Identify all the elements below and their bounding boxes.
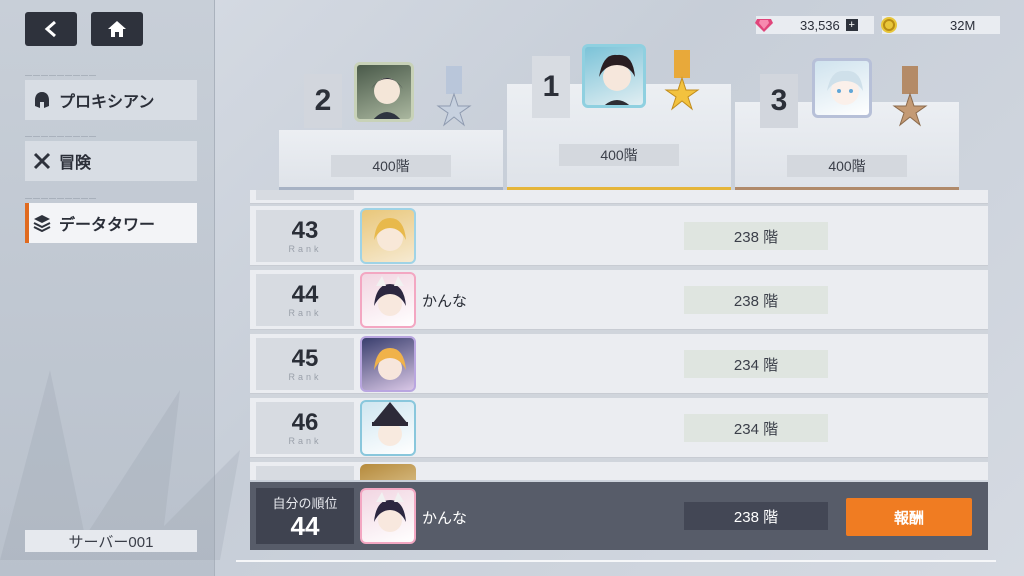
player-name: かんな (422, 293, 468, 310)
avatar[interactable] (360, 336, 416, 392)
gem-count: 33,536 (800, 17, 840, 33)
crossed-swords-icon (33, 152, 51, 170)
reward-button[interactable]: 報酬 (846, 498, 972, 536)
avatar[interactable] (360, 208, 416, 264)
bronze-medal-icon (892, 66, 928, 127)
my-floor-score: 238 階 (684, 502, 828, 530)
background-emblem-icon (0, 370, 240, 560)
rank-number: 45 (291, 345, 319, 372)
podium-floor-2: 400階 (331, 155, 451, 177)
podium-rank-2: 2 (304, 74, 342, 128)
avatar[interactable] (360, 400, 416, 456)
rank-number: 43 (291, 217, 319, 244)
silver-medal-icon (436, 66, 472, 127)
floor-score: 238 階 (684, 222, 828, 250)
nav-item-proxian[interactable]: プロキシアン (25, 80, 197, 120)
rank-number: 47 (292, 479, 319, 481)
rank-caption: Rank (288, 372, 322, 382)
nav-item-label: プロキシアン (59, 94, 155, 111)
my-rank-label: 自分の順位 (272, 495, 338, 511)
rank-number: 44 (291, 281, 319, 308)
gold-medal-icon (664, 50, 700, 111)
nav-divider: ――――――――― (25, 72, 97, 79)
rank-cell: 46 Rank (256, 402, 354, 454)
floor-score: 234 階 (684, 414, 828, 442)
home-icon (108, 21, 126, 37)
table-row[interactable] (250, 190, 988, 204)
coin-count: 32M (950, 17, 976, 33)
table-row[interactable]: 47 (250, 462, 988, 480)
bottom-divider (236, 560, 996, 562)
coin-icon (881, 17, 897, 33)
rank-cell: 47 (256, 466, 354, 480)
podium-rank-3: 3 (760, 74, 798, 128)
rank-cell: 45 Rank (256, 338, 354, 390)
floor-score: 238 階 (684, 286, 828, 314)
table-row[interactable]: 43 Rank 238 階 (250, 206, 988, 266)
nav-item-data-tower[interactable]: データタワー (25, 203, 197, 243)
rank-caption: Rank (288, 244, 322, 254)
nav-item-adventure[interactable]: 冒険 (25, 141, 197, 181)
my-rank-number: 44 (290, 510, 320, 541)
nav-divider: ――――――――― (25, 133, 97, 140)
rank-caption: Rank (288, 308, 322, 318)
podium-floor-1: 400階 (559, 144, 679, 166)
nav-item-label: 冒険 (59, 155, 92, 172)
rank-caption: Rank (288, 436, 322, 446)
avatar[interactable] (582, 44, 646, 108)
ranking-list[interactable]: 43 Rank 238 階 44 Rank かんな 238 階 45 Rank … (250, 190, 988, 480)
floor-score: 234 階 (684, 350, 828, 378)
back-button[interactable] (25, 12, 77, 46)
podium-floor-3: 400階 (787, 155, 907, 177)
chevron-left-icon (44, 20, 56, 38)
table-row[interactable]: 46 Rank 234 階 (250, 398, 988, 458)
my-rank-cell: 自分の順位 44 (256, 488, 354, 544)
helmet-icon (33, 91, 51, 109)
avatar[interactable] (360, 488, 416, 544)
home-button[interactable] (91, 12, 143, 46)
gem-icon (755, 19, 773, 32)
nav-divider: ――――――――― (25, 195, 97, 202)
avatar[interactable] (812, 58, 872, 118)
server-label: サーバー001 (25, 530, 197, 552)
podium-rank-1: 1 (532, 56, 570, 118)
rank-cell: 44 Rank (256, 274, 354, 326)
my-rank-bar: 自分の順位 44 かんな 238 階 報酬 (250, 482, 988, 550)
avatar[interactable] (360, 464, 416, 480)
coin-currency: 32M (881, 16, 1000, 34)
table-row[interactable]: 44 Rank かんな 238 階 (250, 270, 988, 330)
add-gems-button[interactable]: + (845, 19, 858, 31)
layers-icon (33, 214, 51, 232)
rank-cell: 43 Rank (256, 210, 354, 262)
gem-currency: 33,536 + (755, 16, 874, 34)
rank-number: 46 (291, 409, 319, 436)
table-row[interactable]: 45 Rank 234 階 (250, 334, 988, 394)
avatar[interactable] (354, 62, 414, 122)
avatar[interactable] (360, 272, 416, 328)
nav-item-label: データタワー (59, 217, 156, 234)
my-player-name: かんな (422, 510, 468, 527)
